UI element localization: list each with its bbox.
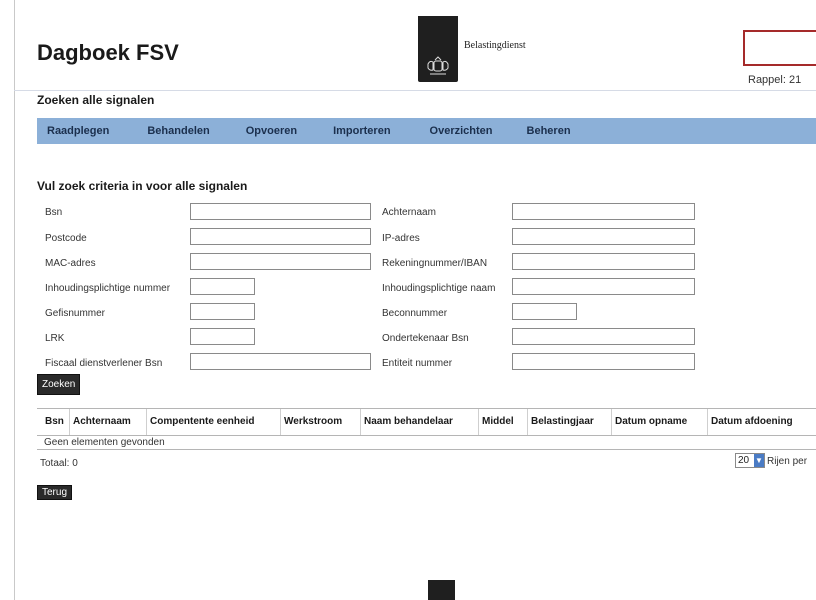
mac-adres-input[interactable] [190,253,371,270]
column-achternaam[interactable]: Achternaam [73,416,131,427]
lrk-input[interactable] [190,328,255,345]
label-fiscaal-dienstverlener-bsn: Fiscaal dienstverlener Bsn [45,358,163,369]
label-inhoudingsplichtige-nummer: Inhoudingsplichtige nummer [45,283,171,294]
rekeningnummer-iban-input[interactable] [512,253,695,270]
column-divider [707,409,708,435]
ondertekenaar-bsn-input[interactable] [512,328,695,345]
achternaam-input[interactable] [512,203,695,220]
column-divider [478,409,479,435]
label-bsn: Bsn [45,207,63,218]
terug-button[interactable]: Terug [37,485,73,500]
empty-results-message: Geen elementen gevonden [44,437,165,448]
label-entiteit-nummer: Entiteit nummer [382,358,453,369]
bsn-input[interactable] [190,203,371,220]
label-gefisnummer: Gefisnummer [45,308,106,319]
nav-item-opvoeren[interactable]: Opvoeren [246,125,297,137]
label-achternaam: Achternaam [382,207,436,218]
column-divider [146,409,147,435]
alert-box[interactable] [743,30,816,66]
nav-item-beheren[interactable]: Beheren [527,125,571,137]
postcode-input[interactable] [190,228,371,245]
column-divider [527,409,528,435]
page-size-select[interactable]: 20 ▼ [735,453,765,468]
chevron-down-icon[interactable]: ▼ [754,454,764,467]
label-mac-adres: MAC-adres [45,258,96,269]
beconnummer-input[interactable] [512,303,577,320]
label-postcode: Postcode [45,233,87,244]
rappel-count: Rappel: 21 [748,74,802,86]
column-middel[interactable]: Middel [482,416,514,427]
label-ip-adres: IP-adres [382,233,420,244]
column-divider [360,409,361,435]
footer-logo-tab [428,580,455,600]
search-section-title: Vul zoek criteria in voor alle signalen [37,179,248,193]
organization-name: Belastingdienst [464,40,526,51]
page-size-value: 20 [738,455,750,466]
logo [418,16,458,82]
entiteit-nummer-input[interactable] [512,353,695,370]
column-compentente-eenheid[interactable]: Compentente eenheid [150,416,254,427]
nav-item-importeren[interactable]: Importeren [333,125,390,137]
column-belastingjaar[interactable]: Belastingjaar [531,416,594,427]
column-divider [69,409,70,435]
label-ondertekenaar-bsn: Ondertekenaar Bsn [382,333,469,344]
column-naam-behandelaar[interactable]: Naam behandelaar [364,416,453,427]
inhoudingsplichtige-naam-input[interactable] [512,278,695,295]
app-title: Dagboek FSV [37,40,179,65]
label-rekeningnummer-iban: Rekeningnummer/IBAN [382,258,488,269]
main-nav: Raadplegen Behandelen Opvoeren Importere… [37,118,816,144]
page-heading: Zoeken alle signalen [37,93,155,107]
column-datum-opname[interactable]: Datum opname [615,416,687,427]
column-divider [280,409,281,435]
total-count: Totaal: 0 [40,458,78,469]
label-beconnummer: Beconnummer [382,308,448,319]
header-divider [14,90,816,91]
nav-item-raadplegen[interactable]: Raadplegen [47,125,109,137]
label-lrk: LRK [45,333,65,344]
column-bsn[interactable]: Bsn [45,416,64,427]
zoeken-button[interactable]: Zoeken [37,374,81,395]
inhoudingsplichtige-nummer-input[interactable] [190,278,255,295]
nav-item-behandelen[interactable]: Behandelen [147,125,209,137]
column-divider [611,409,612,435]
page-size-label: Rijen per [767,456,808,467]
fiscaal-dienstverlener-bsn-input[interactable] [190,353,371,370]
coat-of-arms-icon [427,56,449,75]
gefisnummer-input[interactable] [190,303,255,320]
column-datum-afdoening[interactable]: Datum afdoening [711,416,793,427]
table-bottom-border [37,449,816,450]
nav-item-overzichten[interactable]: Overzichten [430,125,493,137]
results-table-header: Bsn Achternaam Compentente eenheid Werks… [37,408,816,436]
column-werkstroom[interactable]: Werkstroom [284,416,342,427]
ip-adres-input[interactable] [512,228,695,245]
label-inhoudingsplichtige-naam: Inhoudingsplichtige naam [382,283,496,294]
